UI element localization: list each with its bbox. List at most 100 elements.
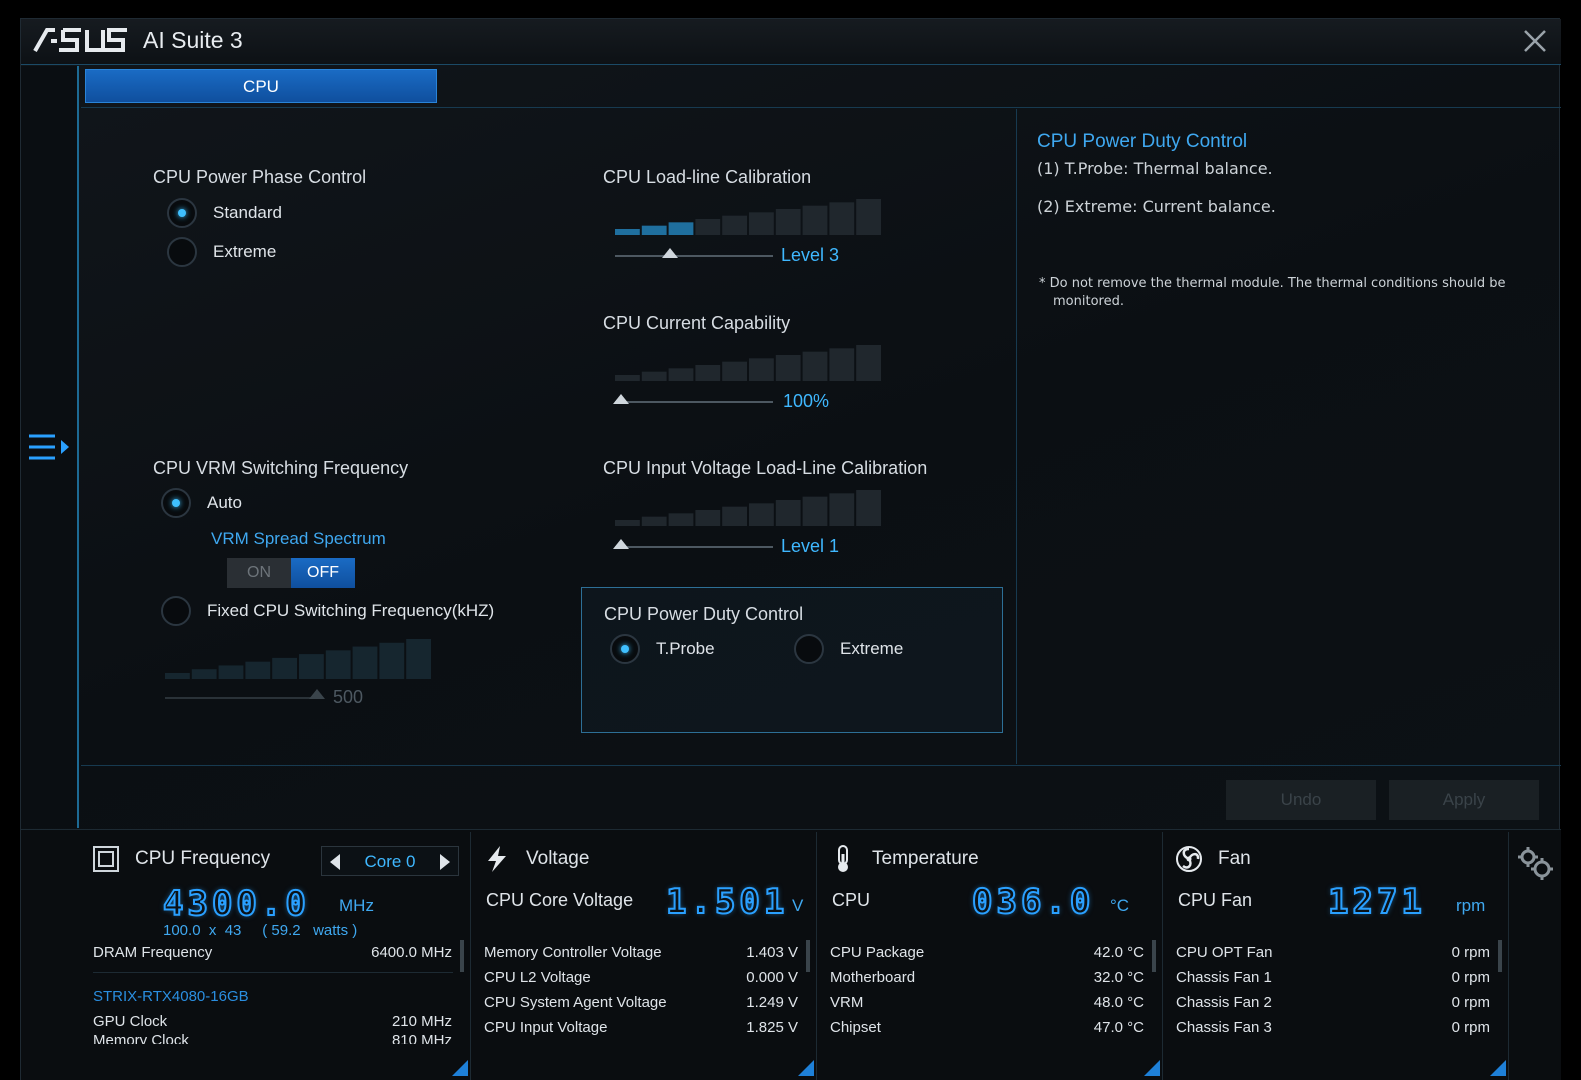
menu-expand-icon[interactable] [27,432,71,462]
divider [93,972,453,973]
monitor-row-label: CPU OPT Fan [1176,944,1273,961]
level-bar [641,371,667,381]
monitor-row-label: CPU L2 Voltage [484,969,591,986]
info-note: * Do not remove the thermal module. The … [1039,276,1506,309]
undo-button[interactable]: Undo [1226,780,1376,820]
voltage-panel: Voltage CPU Core Voltage 1.501 V Memory … [472,832,817,1080]
duty-extreme-option[interactable]: Extreme [794,634,903,664]
vrm-fixed-radio[interactable] [161,596,191,626]
info-line-2: (2) Extreme: Current balance. [1037,197,1276,216]
level-bar [352,646,378,679]
vrm-auto-radio[interactable] [161,488,191,518]
llc-title: CPU Load-line Calibration [603,167,812,187]
temperature-panel-scrollbar[interactable] [1152,940,1156,972]
cpu-temp-unit: °C [1110,896,1130,915]
fixed-frequency-thumb[interactable] [309,689,325,699]
level-bar [668,368,694,381]
level-bar [802,351,828,381]
level-bar [325,650,351,679]
vrm-auto-option[interactable]: Auto [161,488,242,518]
cpu-frequency-panel: CPU Frequency Core 0 4300.0 MHz 100.0 x … [81,832,471,1080]
cpu-frequency-title: CPU Frequency [135,848,271,869]
core-selector[interactable]: Core 0 [321,846,459,876]
toggle-on[interactable]: ON [227,558,291,588]
close-icon[interactable] [1521,27,1549,55]
monitor-row-label: CPU Input Voltage [484,1019,608,1036]
current-capability-thumb[interactable] [613,394,629,404]
level-bar [299,654,324,679]
monitor-row-label: Chassis Fan 1 [1176,969,1272,986]
level-bar [722,361,747,381]
monitor-row: Chassis Fan 1 0 rpm [1176,969,1490,993]
cpu-settings-area: CPU Power Phase Control Standard Extreme… [81,109,1016,764]
duty-title: CPU Power Duty Control [604,604,804,624]
current-capability-value: 100% [783,391,830,411]
level-bar [218,665,244,679]
phase-extreme-radio[interactable] [167,237,197,267]
monitor-row-value: 48.0 °C [1093,994,1144,1011]
phase-standard-radio[interactable] [167,198,197,228]
voltage-panel-expand-icon[interactable] [798,1060,814,1076]
duty-tprobe-option[interactable]: T.Probe [610,634,715,664]
vrm-fixed-option[interactable]: Fixed CPU Switching Frequency(kHZ) [161,596,494,626]
cpu-frequency-detail: 100.0 x 43 ( 59.2 watts ) [163,922,358,939]
cpu-panel-expand-icon[interactable] [452,1060,468,1076]
duty-extreme-radio[interactable] [794,634,824,664]
memory-clock-label: Memory Clock [93,1034,189,1044]
dram-label: DRAM Frequency [93,944,213,961]
hardware-monitor-bar: CPU Frequency Core 0 4300.0 MHz 100.0 x … [21,829,1561,1080]
monitor-row-value: 47.0 °C [1093,1019,1144,1036]
monitor-row-label: Chassis Fan 3 [1176,1019,1272,1036]
power-duty-control-box: CPU Power Duty Control T.Probe Extreme [581,587,1003,733]
monitor-row-label: Chipset [830,1019,881,1036]
level-bar [749,212,774,235]
sidebar [21,66,79,828]
cpu-frequency-value: 4300.0 [162,883,310,925]
gpu-clock-label: GPU Clock [93,1013,168,1030]
voltage-panel-scrollbar[interactable] [806,940,810,972]
cpu-temp-value: 036.0 [971,881,1095,923]
thermometer-icon [838,845,848,872]
level-bar [615,229,640,235]
dram-value: 6400.0 MHz [371,944,452,961]
settings-gear-icon[interactable] [1515,844,1553,882]
level-bar [641,225,667,235]
fan-panel-scrollbar[interactable] [1498,940,1502,972]
fan-panel: Fan CPU Fan 1271 rpm CPU OPT Fan 0 rpm Cha… [1164,832,1509,1080]
llc-thumb[interactable] [662,248,678,258]
asus-logo [33,28,127,52]
monitor-row-value: 0 rpm [1451,994,1490,1011]
spread-spectrum-toggle[interactable]: ON OFF [227,558,355,588]
monitor-row: Chassis Fan 3 0 rpm [1176,1019,1490,1043]
fan-panel-expand-icon[interactable] [1490,1060,1506,1076]
tab-cpu[interactable]: CPU [85,69,437,103]
phase-extreme-label: Extreme [213,242,277,261]
gpu-clock-value: 210 MHz [391,1013,452,1030]
monitor-row: CPU Package 42.0 °C [830,944,1144,968]
toggle-off[interactable]: OFF [291,558,355,588]
phase-standard-option[interactable]: Standard [167,198,282,228]
level-bar [191,669,217,679]
cpu-panel-scrollbar[interactable] [460,940,464,972]
phase-extreme-option[interactable]: Extreme [167,237,276,267]
input-llc-track [615,546,773,548]
info-title: CPU Power Duty Control [1037,131,1248,152]
level-bar [829,202,855,235]
info-panel: CPU Power Duty Control (1) T.Probe: Ther… [1016,109,1561,764]
monitor-row: CPU Input Voltage 1.825 V [484,1019,798,1043]
monitor-row-label: VRM [830,994,864,1011]
apply-button[interactable]: Apply [1389,780,1539,820]
title-bar: AI Suite 3 [21,19,1561,65]
monitor-row-value: 0 rpm [1451,969,1490,986]
duty-tprobe-radio[interactable] [610,634,640,664]
cpu-fan-row: CPU Fan 1271 rpm [1178,881,1494,926]
core-next-icon[interactable] [440,854,450,870]
cpu-fan-unit: rpm [1456,896,1486,915]
temperature-panel-expand-icon[interactable] [1144,1060,1160,1076]
level-bar [722,506,747,526]
level-bar [695,510,721,526]
level-bar [749,358,774,381]
level-bar [668,222,694,235]
vrm-fixed-label: Fixed CPU Switching Frequency(kHZ) [207,601,495,620]
input-llc-thumb[interactable] [613,539,629,549]
